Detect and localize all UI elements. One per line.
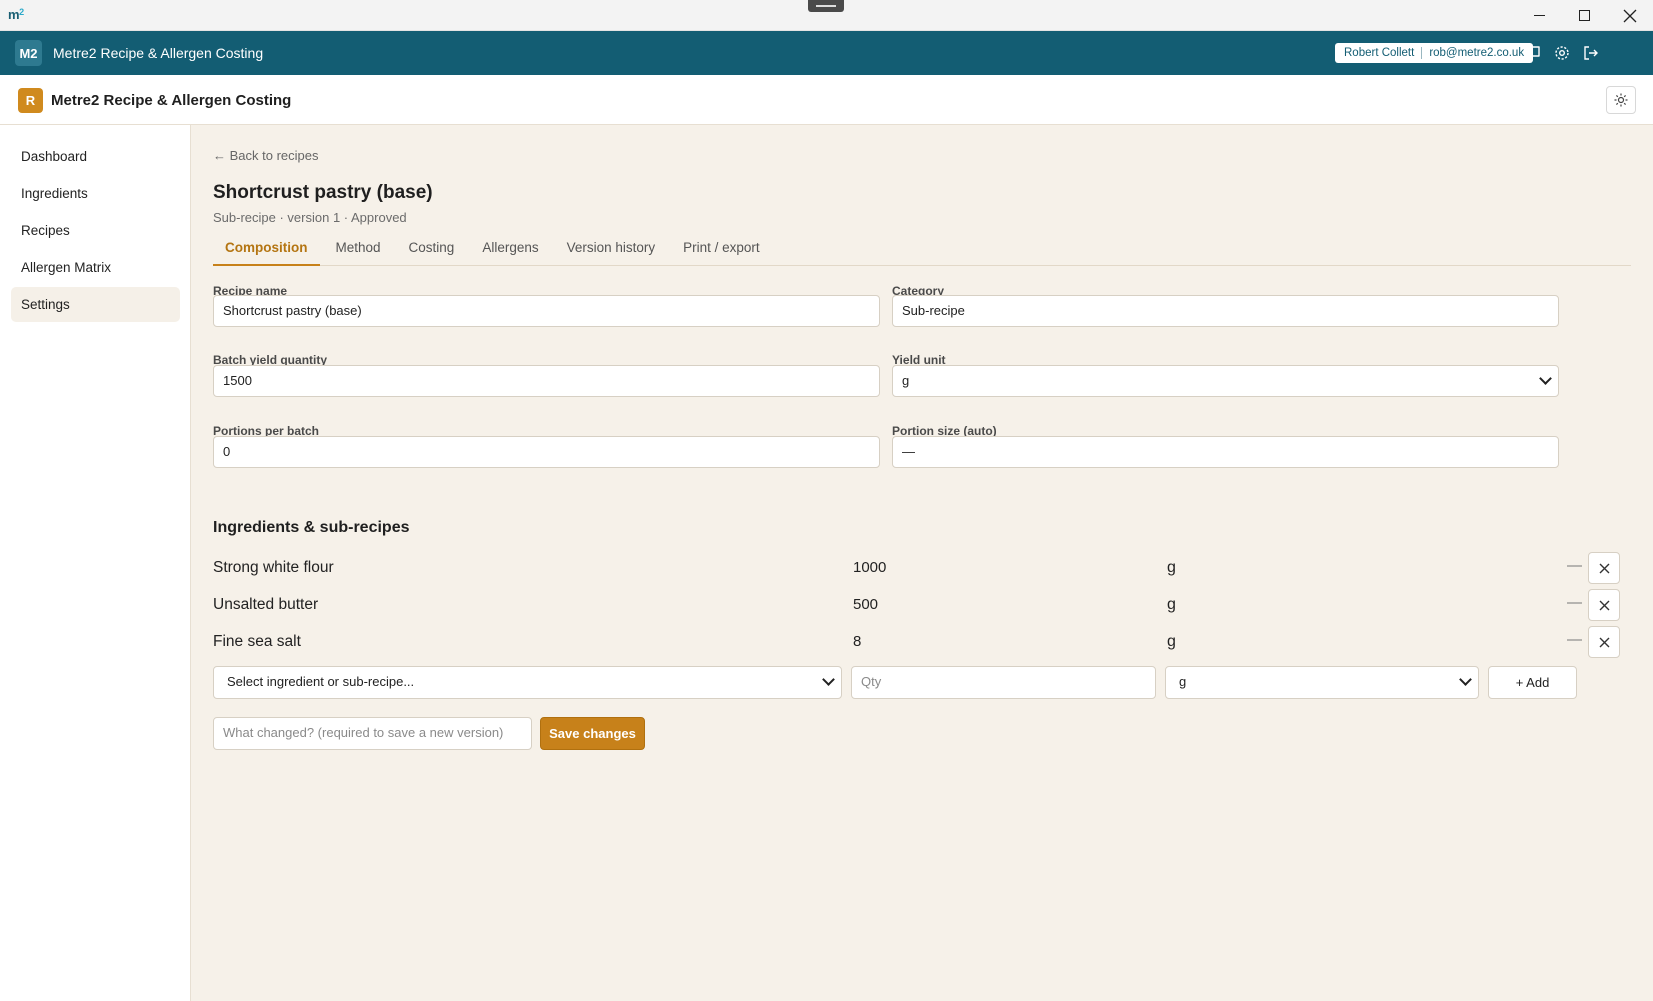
settings-button[interactable] [1551,42,1573,64]
chevron-down-icon [822,673,835,686]
drag-handle[interactable] [808,0,844,12]
maximize-icon [1578,10,1590,21]
sun-icon [1614,93,1628,107]
ingredient-name: Unsalted butter [213,596,319,613]
sub-header-title: Metre2 Recipe & Allergen Costing [51,92,292,109]
recipe-name-input[interactable]: Shortcrust pastry (base) [213,295,880,327]
page-title: Shortcrust pastry (base) [213,182,433,203]
tab-version-history[interactable]: Version history [555,232,668,266]
remove-ingredient-button[interactable] [1588,552,1620,584]
minimize-button[interactable] [1516,0,1562,31]
app-header: M2 Metre2 Recipe & Allergen Costing Robe… [0,31,1653,75]
theme-toggle-button[interactable] [1606,86,1636,114]
add-unit-select[interactable]: g [1165,666,1479,699]
ingredient-row: Fine sea salt 8 g — [213,625,1631,659]
ingredient-cost: — [1567,631,1582,648]
ingredient-qty: 8 [853,633,862,650]
ingredient-name: Fine sea salt [213,633,301,650]
remove-ingredient-button[interactable] [1588,626,1620,658]
recipe-module-badge: R [18,88,43,113]
close-icon [1623,9,1637,22]
sidebar-item-dashboard[interactable]: Dashboard [11,139,180,174]
close-window-button[interactable] [1607,0,1653,31]
tab-allergens[interactable]: Allergens [470,232,550,266]
ingredients-section-title: Ingredients & sub-recipes [213,519,410,536]
ingredient-unit: g [1167,596,1176,613]
user-name: Robert Collett [1344,47,1415,59]
main-content: ← Back to recipes Shortcrust pastry (bas… [191,125,1653,1001]
ingredient-name: Strong white flour [213,559,334,576]
minimize-icon [1533,15,1545,16]
ingredient-unit: g [1167,633,1176,650]
tab-method[interactable]: Method [324,232,393,266]
logout-icon [1584,46,1598,60]
recipe-tabs: Composition Method Costing Allergens Ver… [213,232,1631,266]
ingredient-qty: 1000 [853,559,887,576]
tab-costing[interactable]: Costing [397,232,467,266]
logout-button[interactable] [1580,42,1602,64]
window-title-bar: m2 [0,0,1653,31]
chevron-down-icon [1539,372,1552,385]
batch-yield-input[interactable]: 1500 [213,365,880,397]
ingredient-cost: — [1567,557,1582,574]
gear-icon [1555,46,1569,60]
add-unit-value: g [1179,674,1187,689]
yield-unit-value: g [902,373,910,388]
ingredient-row: Strong white flour 1000 g — [213,551,1631,585]
portion-size-field: — [892,436,1559,468]
page-subtitle: Sub-recipe · version 1 · Approved [213,210,407,225]
add-ingredient-button[interactable]: + Add [1488,666,1577,699]
app-title: Metre2 Recipe & Allergen Costing [53,45,264,61]
tab-print-export[interactable]: Print / export [671,232,772,266]
remove-ingredient-button[interactable] [1588,589,1620,621]
back-to-recipes-link[interactable]: ← Back to recipes [213,148,319,163]
user-pill-divider [1421,47,1423,59]
maximize-button[interactable] [1561,0,1607,31]
chat-icon [1526,46,1540,60]
close-icon [1599,600,1609,610]
save-changes-button[interactable]: Save changes [540,717,645,750]
app-badge: M2 [15,40,42,66]
app-logo: m2 [8,7,24,22]
tab-composition[interactable]: Composition [213,232,320,266]
sidebar-item-ingredients[interactable]: Ingredients [11,176,180,211]
user-account-pill[interactable]: Robert Collett rob@metre2.co.uk [1335,43,1534,63]
portions-input[interactable]: 0 [213,436,880,468]
sidebar-item-settings[interactable]: Settings [11,287,180,322]
ingredient-qty: 500 [853,596,879,613]
close-icon [1599,563,1609,573]
user-email: rob@metre2.co.uk [1429,47,1525,59]
ingredient-cost: — [1567,594,1582,611]
sidebar-item-allergen-matrix[interactable]: Allergen Matrix [11,250,180,285]
close-icon [1599,637,1609,647]
ingredient-select[interactable]: Select ingredient or sub-recipe... [213,666,842,699]
sidebar-item-recipes[interactable]: Recipes [11,213,180,248]
change-note-input[interactable]: What changed? (required to save a new ve… [213,717,532,750]
qty-input[interactable]: Qty [851,666,1156,699]
ingredient-unit: g [1167,559,1176,576]
yield-unit-select[interactable]: g [892,365,1559,397]
sub-header: R Metre2 Recipe & Allergen Costing [0,75,1653,125]
sidebar: Dashboard Ingredients Recipes Allergen M… [0,125,191,1001]
ingredient-row: Unsalted butter 500 g — [213,588,1631,622]
ingredient-select-placeholder: Select ingredient or sub-recipe... [227,674,415,689]
messages-button[interactable] [1522,42,1544,64]
category-input[interactable]: Sub-recipe [892,295,1559,327]
chevron-down-icon [1459,673,1472,686]
